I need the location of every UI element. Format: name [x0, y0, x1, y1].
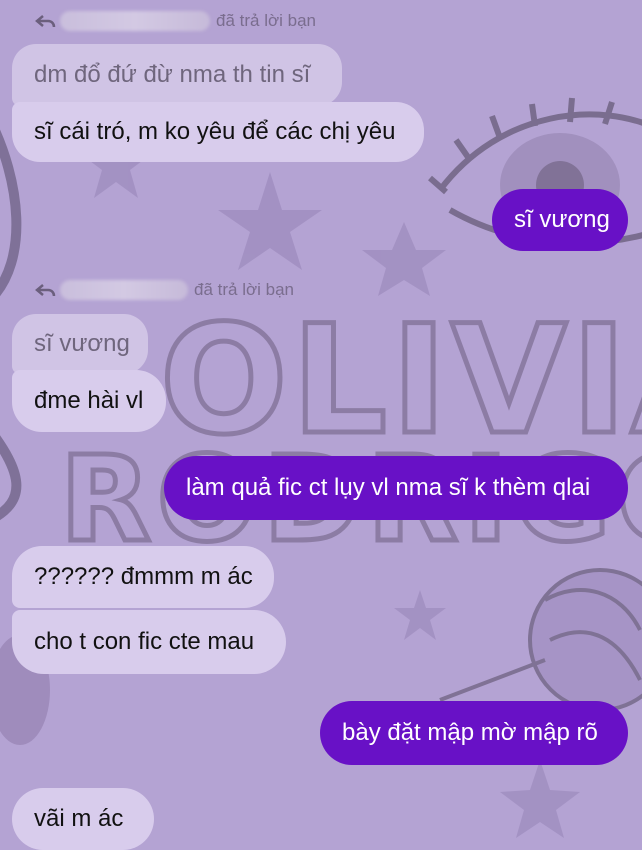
message-text: cho t con fic cte mau: [34, 628, 255, 655]
quoted-message-text: dm đổ đứ đừ nma th tin sĩ: [34, 61, 311, 88]
message-text: đme hài vl: [34, 387, 144, 414]
reply-header: đã trả lời bạn: [34, 278, 294, 302]
message-text: sĩ vương: [514, 206, 610, 233]
incoming-message-bubble[interactable]: đme hài vl: [12, 370, 166, 432]
quoted-message-bubble[interactable]: dm đổ đứ đừ nma th tin sĩ: [12, 44, 342, 106]
blurred-sender-name: [60, 11, 210, 31]
message-text: ?????? đmmm m ác: [34, 563, 253, 590]
outgoing-message-bubble[interactable]: bày đặt mập mờ mập rõ: [320, 701, 628, 765]
quoted-message-bubble[interactable]: sĩ vương: [12, 314, 148, 374]
reply-header-text: đã trả lời bạn: [194, 280, 294, 299]
outgoing-message-bubble[interactable]: sĩ vương: [492, 189, 628, 251]
chat-thread: đã trả lời bạn dm đổ đứ đừ nma th tin sĩ…: [0, 0, 642, 850]
reply-header: đã trả lời bạn: [34, 9, 316, 33]
message-text: sĩ cái tró, m ko yêu để các chị yêu: [34, 118, 396, 145]
message-text: bày đặt mập mờ mập rõ: [342, 719, 598, 746]
incoming-message-bubble[interactable]: ?????? đmmm m ác: [12, 546, 274, 608]
blurred-sender-name: [60, 280, 188, 300]
reply-icon: [35, 15, 56, 28]
incoming-message-bubble[interactable]: sĩ cái tró, m ko yêu để các chị yêu: [12, 102, 424, 162]
reply-header-text: đã trả lời bạn: [216, 11, 316, 30]
message-text: vãi m ác: [34, 805, 124, 832]
message-text: làm quả fic ct lụy vl nma sĩ k thèm qlai: [186, 474, 591, 501]
quoted-message-text: sĩ vương: [34, 330, 130, 357]
reply-icon: [35, 284, 56, 297]
incoming-message-bubble[interactable]: cho t con fic cte mau: [12, 610, 286, 674]
incoming-message-bubble[interactable]: vãi m ác: [12, 788, 154, 850]
outgoing-message-bubble[interactable]: làm quả fic ct lụy vl nma sĩ k thèm qlai: [164, 456, 628, 520]
